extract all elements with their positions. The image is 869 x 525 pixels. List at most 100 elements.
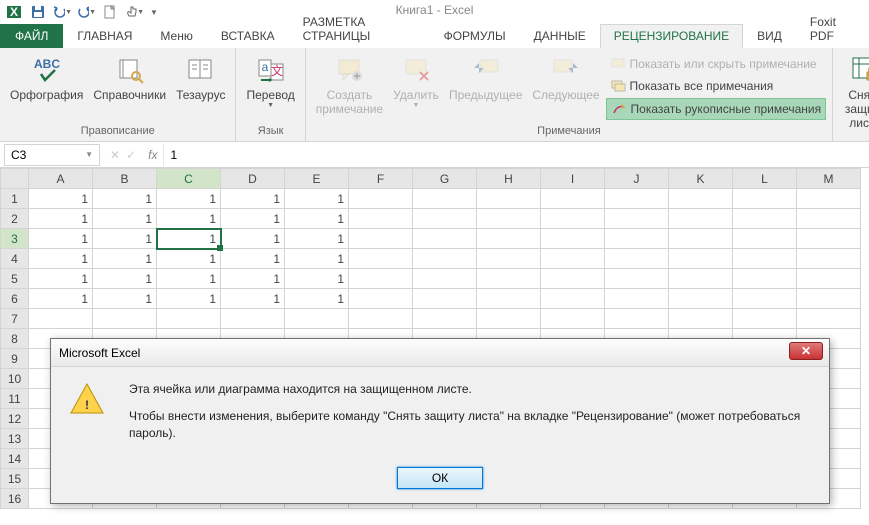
cell[interactable]: 1 — [221, 229, 285, 249]
column-header[interactable]: D — [221, 169, 285, 189]
cell[interactable]: 1 — [29, 289, 93, 309]
tab-file[interactable]: ФАЙЛ — [0, 24, 63, 48]
cell[interactable] — [605, 289, 669, 309]
cell[interactable] — [285, 309, 349, 329]
tab-formulas[interactable]: ФОРМУЛЫ — [430, 24, 520, 48]
cell[interactable] — [477, 289, 541, 309]
tab-page-layout[interactable]: РАЗМЕТКА СТРАНИЦЫ — [289, 10, 430, 48]
cell[interactable] — [29, 309, 93, 329]
cell[interactable] — [669, 309, 733, 329]
cell[interactable] — [669, 189, 733, 209]
cell[interactable]: 1 — [29, 269, 93, 289]
cell[interactable] — [733, 309, 797, 329]
cell[interactable] — [541, 209, 605, 229]
cell[interactable] — [477, 309, 541, 329]
translate-button[interactable]: a文Перевод▼ — [242, 52, 298, 111]
cell[interactable] — [669, 249, 733, 269]
cell[interactable] — [413, 309, 477, 329]
cell[interactable] — [413, 209, 477, 229]
cell[interactable]: 1 — [93, 249, 157, 269]
cell[interactable] — [669, 229, 733, 249]
cell[interactable]: 1 — [285, 289, 349, 309]
cell[interactable] — [413, 269, 477, 289]
row-header[interactable]: 5 — [1, 269, 29, 289]
column-header[interactable]: L — [733, 169, 797, 189]
cell[interactable]: 1 — [29, 249, 93, 269]
cell[interactable] — [413, 289, 477, 309]
tab-home[interactable]: ГЛАВНАЯ — [63, 24, 146, 48]
cell[interactable]: 1 — [93, 289, 157, 309]
cell[interactable] — [413, 249, 477, 269]
cell[interactable] — [477, 269, 541, 289]
row-header[interactable]: 9 — [1, 349, 29, 369]
cell[interactable] — [349, 209, 413, 229]
row-header[interactable]: 4 — [1, 249, 29, 269]
cell[interactable] — [349, 189, 413, 209]
column-header[interactable]: A — [29, 169, 93, 189]
cell[interactable] — [605, 249, 669, 269]
cell[interactable]: 1 — [285, 209, 349, 229]
cell[interactable] — [413, 189, 477, 209]
dialog-close-button[interactable]: ✕ — [789, 342, 823, 360]
delete-comment-button[interactable]: Удалить▼ — [389, 52, 443, 111]
cell[interactable] — [541, 249, 605, 269]
cell[interactable]: 1 — [221, 209, 285, 229]
row-header[interactable]: 15 — [1, 469, 29, 489]
cell[interactable]: 1 — [221, 249, 285, 269]
prev-comment-button[interactable]: Предыдущее — [445, 52, 526, 104]
cell[interactable]: 1 — [157, 249, 221, 269]
cell[interactable]: 1 — [285, 269, 349, 289]
show-ink-button[interactable]: Показать рукописные примечания — [606, 98, 827, 120]
row-header[interactable]: 14 — [1, 449, 29, 469]
cell[interactable] — [541, 309, 605, 329]
column-header[interactable]: H — [477, 169, 541, 189]
cell[interactable] — [541, 189, 605, 209]
cell[interactable] — [477, 249, 541, 269]
cell[interactable] — [797, 189, 861, 209]
tab-review[interactable]: РЕЦЕНЗИРОВАНИЕ — [600, 24, 743, 48]
cell[interactable]: 1 — [29, 189, 93, 209]
fx-icon[interactable]: fx — [142, 148, 163, 162]
column-header[interactable]: C — [157, 169, 221, 189]
cell[interactable] — [93, 309, 157, 329]
row-header[interactable]: 8 — [1, 329, 29, 349]
cell[interactable]: 1 — [285, 249, 349, 269]
row-header[interactable]: 6 — [1, 289, 29, 309]
tab-insert[interactable]: ВСТАВКА — [207, 24, 289, 48]
cell[interactable] — [541, 289, 605, 309]
cell[interactable] — [541, 229, 605, 249]
row-header[interactable]: 11 — [1, 389, 29, 409]
next-comment-button[interactable]: Следующее — [528, 52, 603, 104]
qat-customize-icon[interactable]: ▼ — [148, 2, 160, 22]
cell[interactable] — [349, 289, 413, 309]
new-comment-button[interactable]: Создать примечание — [312, 52, 387, 118]
spelling-button[interactable]: ABCОрфография — [6, 52, 87, 104]
redo-icon[interactable]: ▼ — [76, 2, 96, 22]
cell[interactable] — [605, 189, 669, 209]
cell[interactable] — [733, 189, 797, 209]
unprotect-sheet-button[interactable]: Снять защиту листа — [839, 52, 869, 132]
cell[interactable]: 1 — [93, 189, 157, 209]
cell[interactable] — [349, 229, 413, 249]
cell[interactable]: 1 — [157, 289, 221, 309]
cell[interactable] — [733, 209, 797, 229]
column-header[interactable]: B — [93, 169, 157, 189]
cell[interactable]: 1 — [157, 189, 221, 209]
cell[interactable] — [349, 249, 413, 269]
row-header[interactable]: 16 — [1, 489, 29, 509]
cell[interactable] — [605, 229, 669, 249]
cell[interactable] — [669, 269, 733, 289]
column-header[interactable]: M — [797, 169, 861, 189]
row-header[interactable]: 1 — [1, 189, 29, 209]
cell[interactable]: 1 — [285, 189, 349, 209]
column-header[interactable]: F — [349, 169, 413, 189]
column-header[interactable]: E — [285, 169, 349, 189]
research-button[interactable]: Справочники — [89, 52, 170, 104]
cell[interactable]: 1 — [157, 269, 221, 289]
cell[interactable] — [733, 249, 797, 269]
cell[interactable] — [477, 229, 541, 249]
cell[interactable]: 1 — [29, 229, 93, 249]
cell[interactable]: 1 — [221, 269, 285, 289]
row-header[interactable]: 2 — [1, 209, 29, 229]
cell[interactable] — [733, 289, 797, 309]
